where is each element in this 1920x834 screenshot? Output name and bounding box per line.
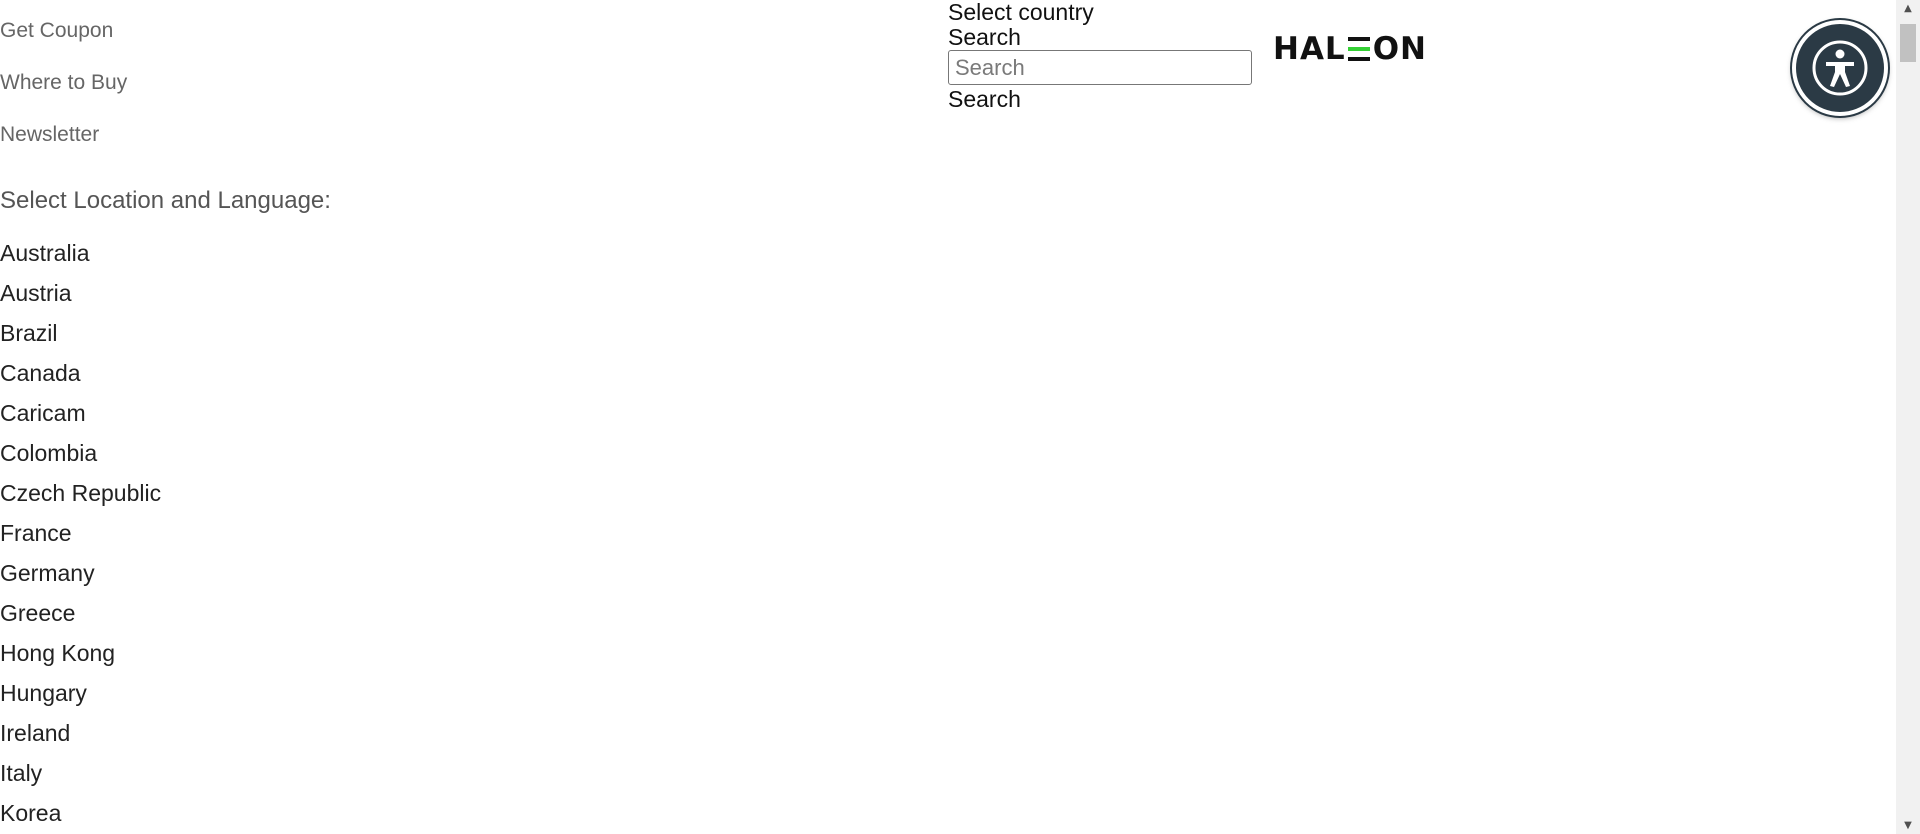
where-to-buy-link[interactable]: Where to Buy	[0, 70, 127, 96]
search-label: Search	[948, 24, 1021, 50]
search-button[interactable]: Search	[948, 87, 1021, 112]
country-link-colombia[interactable]: Colombia	[0, 438, 161, 478]
country-link-greece[interactable]: Greece	[0, 598, 161, 638]
get-coupon-link[interactable]: Get Coupon	[0, 18, 127, 44]
country-search-area: Select country Search Search	[948, 0, 1252, 112]
top-navigation: Get Coupon Where to Buy Newsletter	[0, 18, 127, 174]
vertical-scrollbar[interactable]: ▲ ▼	[1896, 0, 1920, 834]
country-list: Australia Austria Brazil Canada Caricam …	[0, 238, 161, 834]
scroll-up-arrow-icon[interactable]: ▲	[1896, 0, 1920, 17]
country-link-czech-republic[interactable]: Czech Republic	[0, 478, 161, 518]
country-link-italy[interactable]: Italy	[0, 758, 161, 798]
scroll-down-arrow-icon[interactable]: ▼	[1896, 817, 1920, 834]
select-country-label: Select country	[948, 0, 1094, 25]
country-link-germany[interactable]: Germany	[0, 558, 161, 598]
logo-text-before: HAL	[1273, 31, 1346, 67]
country-link-korea[interactable]: Korea	[0, 798, 161, 834]
logo-e-mark	[1347, 37, 1370, 61]
logo-text-after: ON	[1372, 31, 1428, 67]
country-link-ireland[interactable]: Ireland	[0, 718, 161, 758]
scrollbar-thumb[interactable]	[1900, 24, 1916, 62]
location-language-heading: Select Location and Language:	[0, 187, 331, 214]
country-link-france[interactable]: France	[0, 518, 161, 558]
accessibility-button[interactable]	[1792, 20, 1888, 116]
country-link-austria[interactable]: Austria	[0, 278, 161, 318]
accessibility-icon	[1812, 40, 1868, 96]
country-link-hungary[interactable]: Hungary	[0, 678, 161, 718]
haleon-logo[interactable]: HAL ON	[1273, 32, 1427, 66]
search-input[interactable]	[948, 50, 1252, 85]
country-link-canada[interactable]: Canada	[0, 358, 161, 398]
country-link-caricam[interactable]: Caricam	[0, 398, 161, 438]
page: Get Coupon Where to Buy Newsletter Selec…	[0, 0, 1920, 834]
country-link-australia[interactable]: Australia	[0, 238, 161, 278]
country-link-hong-kong[interactable]: Hong Kong	[0, 638, 161, 678]
country-link-brazil[interactable]: Brazil	[0, 318, 161, 358]
newsletter-link[interactable]: Newsletter	[0, 122, 127, 148]
